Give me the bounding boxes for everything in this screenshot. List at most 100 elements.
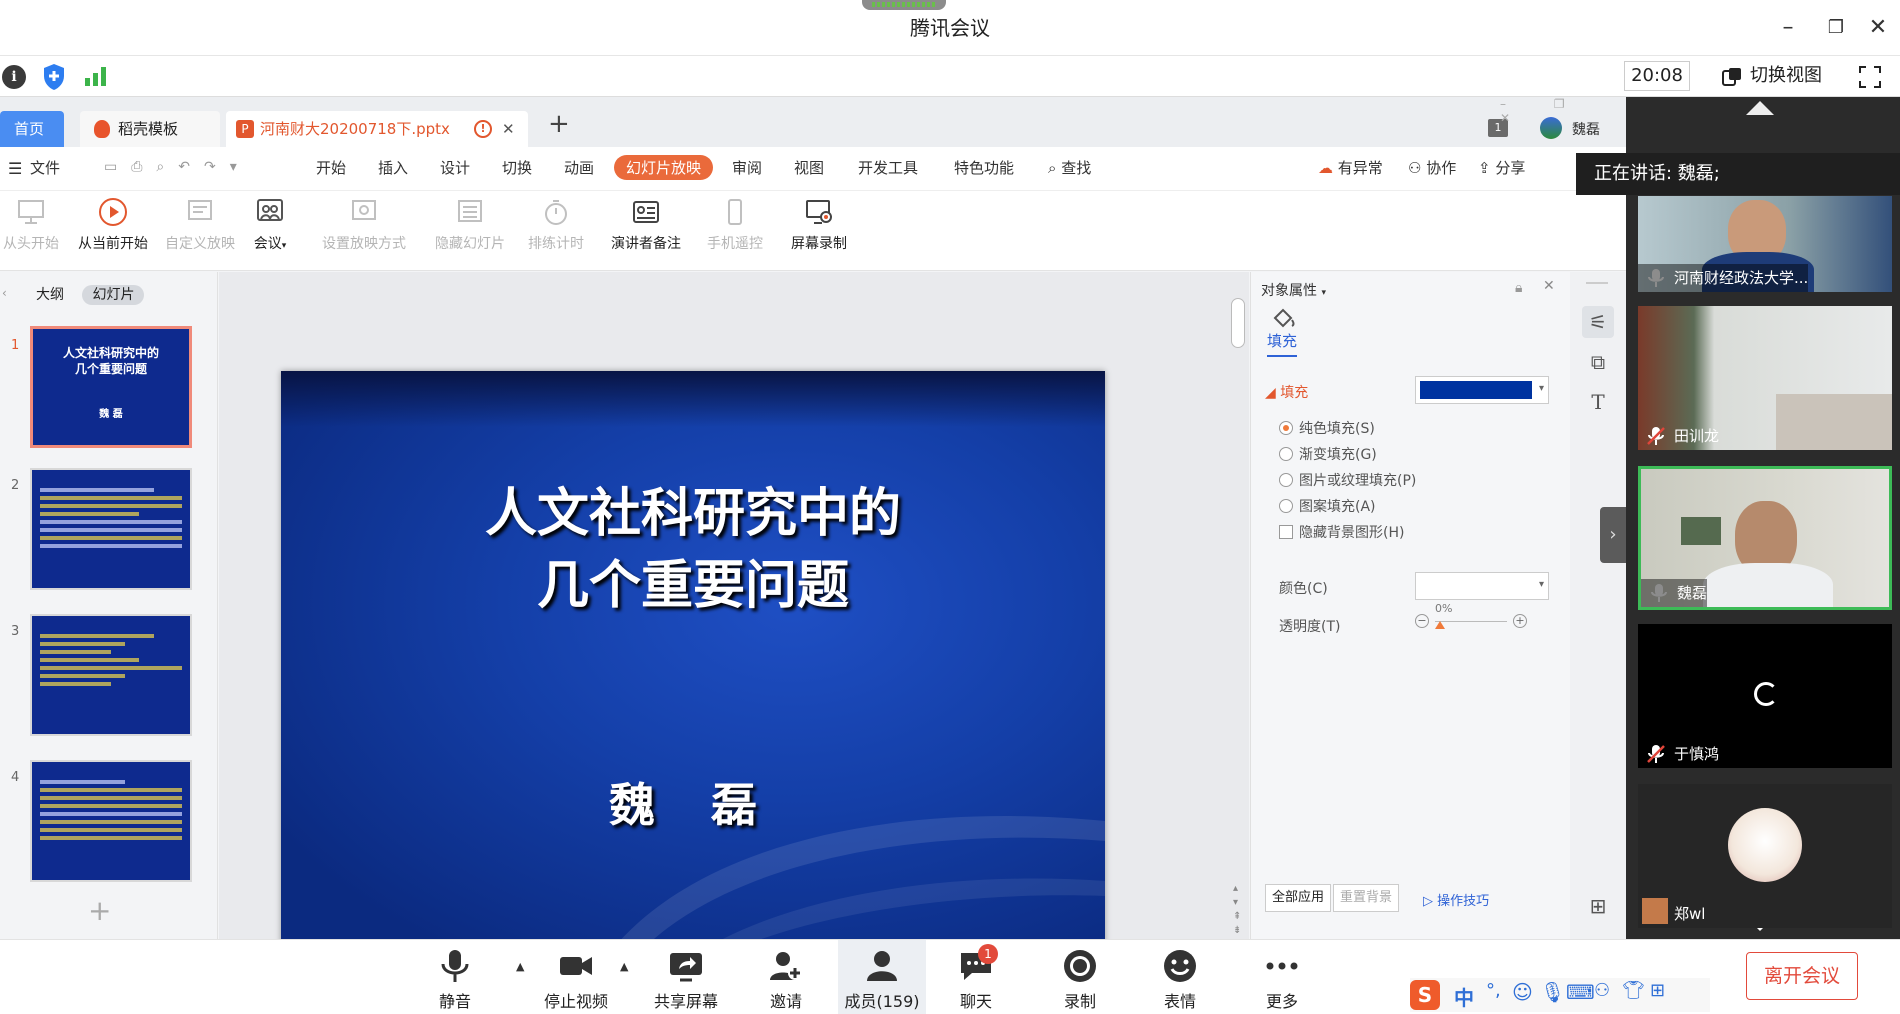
- collab-button[interactable]: ⚇ 协作: [1408, 157, 1456, 178]
- record-button[interactable]: 录制: [1060, 948, 1100, 1012]
- mute-button[interactable]: 静音: [430, 948, 480, 1012]
- menu-animation[interactable]: 动画: [564, 157, 594, 178]
- radio-gradient-fill[interactable]: 渐变填充(G): [1279, 444, 1377, 464]
- menu-developer[interactable]: 开发工具: [858, 157, 918, 178]
- voice-input-icon[interactable]: 🎙︎: [1540, 980, 1565, 1004]
- fill-color-picker[interactable]: ▾: [1415, 376, 1549, 404]
- current-slide[interactable]: 人文社科研究中的 几个重要问题 魏 磊: [281, 371, 1105, 939]
- fill-bucket-icon[interactable]: [1271, 306, 1297, 330]
- menu-features[interactable]: 特色功能: [954, 157, 1014, 178]
- transparency-slider[interactable]: − 0% +: [1415, 602, 1527, 638]
- leave-meeting-button[interactable]: 离开会议: [1746, 952, 1858, 1000]
- tab-outline[interactable]: 大纲: [36, 287, 64, 303]
- radio-solid-fill[interactable]: 纯色填充(S): [1279, 418, 1375, 438]
- network-signal-icon[interactable]: [84, 65, 108, 87]
- more-button[interactable]: 更多: [1262, 948, 1302, 1012]
- slide-thumbnail-1[interactable]: 人文社科研究中的 几个重要问题 魏 磊: [30, 326, 192, 448]
- video-options-icon[interactable]: ▲: [620, 960, 628, 973]
- fill-section-header[interactable]: ◢ 填充: [1265, 382, 1308, 402]
- slide-thumbnail-3[interactable]: [30, 614, 192, 736]
- video-tile[interactable]: 郑wl: [1638, 784, 1892, 928]
- info-icon[interactable]: i: [2, 65, 26, 89]
- hide-slide-button[interactable]: 隐藏幻灯片: [430, 197, 510, 253]
- tab-home[interactable]: 首页: [0, 111, 64, 147]
- scroll-arrows-icon[interactable]: ▴ ▾ ⇞ ⇟: [1233, 882, 1241, 938]
- ime-language-toggle[interactable]: 中: [1454, 982, 1474, 1011]
- grid-icon[interactable]: ⊞: [1582, 890, 1614, 922]
- screen-record-button[interactable]: 屏幕录制: [786, 197, 852, 253]
- scroll-up-icon[interactable]: [1746, 101, 1774, 115]
- members-button[interactable]: 成员(159): [838, 940, 926, 1014]
- expand-panel-icon[interactable]: ›: [1600, 507, 1626, 563]
- maximize-button[interactable]: ❐: [1816, 10, 1856, 46]
- hamburger-menu-icon[interactable]: ☰: [8, 159, 22, 178]
- tab-fill[interactable]: 填充: [1267, 330, 1298, 357]
- menu-design[interactable]: 设计: [440, 157, 470, 178]
- emoji-button[interactable]: 表情: [1160, 948, 1200, 1012]
- rehearse-timing-button[interactable]: 排练计时: [518, 197, 594, 253]
- radio-picture-fill[interactable]: 图片或纹理填充(P): [1279, 470, 1416, 490]
- meeting-button[interactable]: 会议▾: [248, 197, 292, 253]
- menu-insert[interactable]: 插入: [378, 157, 408, 178]
- emoji-ime-icon[interactable]: ☺: [1512, 980, 1533, 1004]
- properties-sliders-icon[interactable]: ⚟: [1582, 306, 1614, 338]
- slide-thumbnail-2[interactable]: [30, 468, 192, 590]
- text-tool-icon[interactable]: T: [1582, 386, 1614, 418]
- sogou-logo-icon[interactable]: S: [1410, 980, 1440, 1010]
- user-ime-icon[interactable]: ⚇: [1594, 980, 1610, 1001]
- skin-shirt-icon[interactable]: 👕︎: [1622, 980, 1645, 1001]
- stop-video-button[interactable]: 停止视频: [540, 948, 612, 1012]
- switch-view-button[interactable]: 切换视图: [1720, 61, 1822, 91]
- lock-icon[interactable]: 🔒︎: [1515, 280, 1522, 296]
- close-tab-icon[interactable]: ✕: [502, 111, 515, 147]
- menu-search[interactable]: ⌕ 查找: [1048, 157, 1091, 178]
- sync-status[interactable]: ☁ 有异常: [1318, 157, 1383, 178]
- quick-access-icons[interactable]: ▭⎙⌕↶↷▾: [104, 159, 251, 175]
- slideshow-settings-button[interactable]: 设置放映方式: [316, 197, 412, 253]
- tab-document[interactable]: P 河南财大20200718下.pptx ! ✕: [226, 111, 528, 147]
- video-tile[interactable]: 河南财经政法大学...: [1638, 196, 1892, 292]
- play-from-start-button[interactable]: 从头开始: [0, 197, 62, 253]
- props-header[interactable]: 对象属性 ▾: [1261, 280, 1326, 300]
- wps-window-controls[interactable]: – ❐ ✕: [1500, 97, 1626, 125]
- tab-template[interactable]: 稻壳模板: [80, 111, 220, 147]
- apply-all-button[interactable]: 全部应用: [1265, 884, 1332, 912]
- radio-pattern-fill[interactable]: 图案填充(A): [1279, 496, 1376, 516]
- slider-thumb[interactable]: [1435, 621, 1445, 629]
- audio-options-icon[interactable]: ▲: [516, 960, 524, 973]
- chat-button[interactable]: 聊天 1: [956, 944, 998, 1012]
- increase-icon[interactable]: +: [1513, 614, 1527, 628]
- scroll-thumb[interactable]: [1231, 298, 1245, 348]
- video-tile[interactable]: 于慎鸿: [1638, 624, 1892, 768]
- custom-show-button[interactable]: 自定义放映: [162, 197, 238, 253]
- color-dropdown[interactable]: ▾: [1415, 572, 1549, 600]
- tab-slides[interactable]: 幻灯片: [82, 285, 145, 305]
- slide-thumbnail-4[interactable]: [30, 760, 192, 882]
- drag-handle[interactable]: [1586, 282, 1608, 284]
- checkbox-hide-background[interactable]: 隐藏背景图形(H): [1279, 522, 1404, 542]
- play-from-current-button[interactable]: 从当前开始: [72, 197, 154, 253]
- collapse-pane-icon[interactable]: ‹: [2, 286, 7, 300]
- add-slide-icon[interactable]: +: [88, 894, 111, 927]
- video-tile[interactable]: 田训龙: [1638, 306, 1892, 450]
- toolbox-icon[interactable]: ⊞: [1650, 980, 1665, 1001]
- menu-start[interactable]: 开始: [316, 157, 346, 178]
- menu-review[interactable]: 审阅: [732, 157, 762, 178]
- invite-button[interactable]: 邀请: [764, 948, 808, 1012]
- new-tab-icon[interactable]: +: [548, 109, 570, 139]
- minimize-button[interactable]: –: [1768, 10, 1808, 46]
- close-window-button[interactable]: ✕: [1858, 10, 1898, 46]
- canvas-scrollbar[interactable]: ▴ ▾ ⇞ ⇟: [1230, 292, 1246, 936]
- reset-background-button[interactable]: 重置背景: [1333, 884, 1400, 912]
- menu-view[interactable]: 视图: [794, 157, 824, 178]
- share-button[interactable]: ⇪ 分享: [1478, 157, 1525, 178]
- security-shield-icon[interactable]: [42, 63, 66, 91]
- menu-slideshow[interactable]: 幻灯片放映: [614, 155, 714, 180]
- menu-file[interactable]: 文件: [30, 157, 60, 178]
- keyboard-icon[interactable]: ⌨: [1566, 980, 1595, 1004]
- speaker-notes-button[interactable]: 演讲者备注: [604, 197, 688, 253]
- menu-transition[interactable]: 切换: [502, 157, 532, 178]
- tips-link[interactable]: ▷ 操作技巧: [1423, 890, 1489, 909]
- signal-grip[interactable]: [862, 0, 946, 10]
- video-tile-active-speaker[interactable]: 魏磊: [1638, 466, 1892, 610]
